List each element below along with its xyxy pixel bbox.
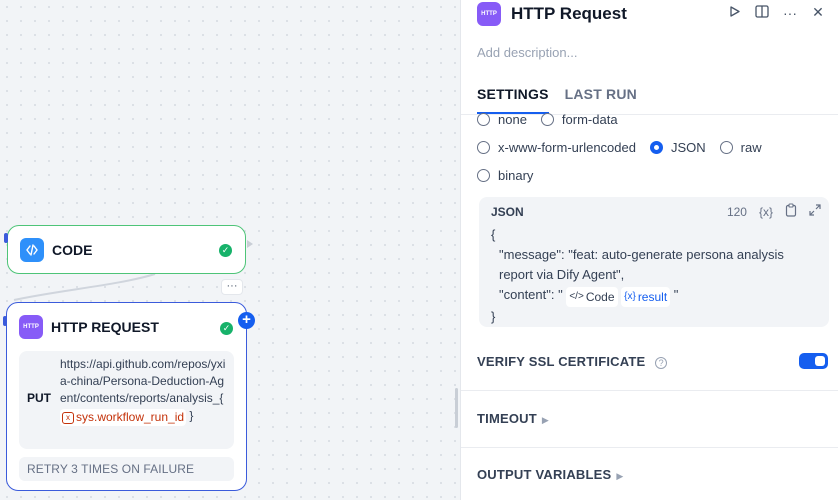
radio-json[interactable]: JSON bbox=[649, 140, 706, 155]
variable-icon: {x} bbox=[624, 291, 636, 302]
timeout-section[interactable]: TIMEOUT ▶ bbox=[477, 411, 827, 426]
http-icon: HTTP bbox=[477, 2, 501, 26]
radio-circle[interactable] bbox=[477, 169, 490, 182]
json-editor-tools: 120 {x} bbox=[715, 203, 821, 220]
json-text: " bbox=[673, 287, 679, 302]
json-editor[interactable]: JSON 120 {x} { "message": "feat: auto-ge… bbox=[479, 197, 829, 327]
radio-form-data[interactable]: form-data bbox=[540, 112, 618, 127]
description-input[interactable]: Add description... bbox=[477, 45, 577, 60]
close-icon[interactable]: ✕ bbox=[804, 4, 832, 21]
output-handle[interactable] bbox=[247, 240, 253, 248]
request-url: https://api.github.com/repos/yxia-china/… bbox=[60, 356, 230, 426]
radio-raw[interactable]: raw bbox=[719, 140, 762, 155]
panel-actions: ··· ✕ bbox=[720, 4, 832, 21]
run-icon[interactable] bbox=[720, 5, 748, 21]
http-method: PUT bbox=[27, 391, 51, 405]
url-tail: } bbox=[189, 408, 194, 423]
radio-binary[interactable]: binary bbox=[477, 168, 533, 183]
radio-label: x-www-form-urlencoded bbox=[498, 140, 636, 155]
output-variables-section[interactable]: OUTPUT VARIABLES ▶ bbox=[477, 467, 827, 482]
add-next-node-button[interactable]: + bbox=[238, 312, 255, 329]
radio-label: form-data bbox=[561, 112, 618, 127]
body-type-row: x-www-form-urlencoded JSON raw bbox=[477, 140, 776, 155]
panel-resize-handle[interactable] bbox=[455, 388, 458, 428]
verify-ssl-row: VERIFY SSL CERTIFICATE ? bbox=[477, 354, 827, 369]
more-options-button[interactable]: ··· bbox=[221, 279, 243, 295]
radio-label: none bbox=[498, 112, 527, 127]
radio-x-www-form-urlencoded[interactable]: x-www-form-urlencoded bbox=[477, 140, 636, 155]
request-url-box: PUT https://api.github.com/repos/yxia-ch… bbox=[19, 351, 234, 449]
expand-icon[interactable] bbox=[809, 204, 821, 219]
radio-circle[interactable] bbox=[540, 113, 554, 126]
json-line: "message": "feat: auto-generate persona … bbox=[499, 247, 784, 282]
radio-circle-selected[interactable] bbox=[649, 141, 663, 154]
json-line: "content": " </> Code {x} result " bbox=[491, 285, 821, 307]
code-node[interactable]: CODE ✓ bbox=[4, 225, 253, 274]
json-line: { bbox=[491, 227, 496, 242]
node-title: CODE bbox=[52, 242, 93, 258]
retry-info: RETRY 3 TIMES ON FAILURE bbox=[19, 457, 234, 481]
node-settings-panel: HTTP HTTP Request ··· ✕ Add description.… bbox=[460, 0, 838, 500]
divider bbox=[461, 390, 838, 391]
output-variables-label: OUTPUT VARIABLES bbox=[477, 467, 612, 482]
insert-variable-icon[interactable]: {x} bbox=[759, 205, 773, 219]
radio-none[interactable]: none bbox=[477, 112, 527, 127]
code-icon bbox=[20, 238, 44, 262]
http-request-node[interactable]: HTTP HTTP REQUEST ✓ + PUT https://api.gi… bbox=[3, 302, 255, 491]
json-code[interactable]: { "message": "feat: auto-generate person… bbox=[491, 225, 821, 327]
timeout-label: TIMEOUT bbox=[477, 411, 537, 426]
node-header: CODE bbox=[20, 238, 92, 262]
success-check-icon: ✓ bbox=[219, 244, 232, 257]
radio-circle[interactable] bbox=[719, 141, 733, 154]
more-icon[interactable]: ··· bbox=[776, 5, 804, 21]
input-handle[interactable] bbox=[3, 316, 7, 326]
url-text: https://api.github.com/repos/yxia-china/… bbox=[60, 357, 226, 405]
radio-circle[interactable] bbox=[477, 141, 490, 154]
radio-label: JSON bbox=[670, 140, 706, 155]
char-count: 120 bbox=[726, 204, 747, 219]
radio-label: binary bbox=[498, 168, 534, 183]
input-handle[interactable] bbox=[4, 233, 8, 243]
split-view-icon[interactable] bbox=[748, 4, 776, 21]
body-type-row: none form-data bbox=[477, 112, 632, 127]
http-icon: HTTP bbox=[19, 315, 43, 339]
radio-label: raw bbox=[740, 140, 762, 155]
caret-right-icon: ▶ bbox=[541, 415, 550, 425]
json-editor-label: JSON bbox=[491, 205, 524, 219]
json-line: } bbox=[491, 309, 496, 324]
chip-label: Code bbox=[585, 290, 615, 304]
panel-tabs: SETTINGS LAST RUN bbox=[477, 86, 653, 114]
body-type-row: binary bbox=[477, 168, 547, 183]
workflow-canvas[interactable]: CODE ✓ ··· HTTP HTTP REQUEST ✓ + PUT htt… bbox=[0, 0, 460, 500]
variable-icon: x bbox=[62, 411, 74, 424]
node-title: HTTP REQUEST bbox=[51, 319, 159, 335]
divider bbox=[461, 447, 838, 448]
success-check-icon: ✓ bbox=[220, 322, 233, 335]
tab-last-run[interactable]: LAST RUN bbox=[565, 86, 637, 114]
variable-chip-result: {x} result bbox=[621, 287, 671, 307]
panel-header: HTTP HTTP Request bbox=[477, 2, 627, 26]
verify-ssl-label: VERIFY SSL CERTIFICATE bbox=[477, 354, 646, 369]
code-icon: </> bbox=[569, 291, 584, 302]
panel-title[interactable]: HTTP Request bbox=[511, 4, 627, 24]
chip-label: result bbox=[637, 290, 668, 304]
variable-name: sys.workflow_run_id bbox=[76, 410, 185, 424]
help-icon[interactable]: ? bbox=[655, 357, 668, 369]
variable-chip-code: </> Code bbox=[566, 287, 618, 307]
variable-chip: x sys.workflow_run_id bbox=[60, 409, 187, 426]
radio-circle[interactable] bbox=[477, 113, 490, 126]
verify-ssl-toggle[interactable] bbox=[799, 353, 828, 369]
toggle-knob bbox=[815, 356, 825, 366]
json-text: "content": " bbox=[499, 287, 563, 302]
tab-settings[interactable]: SETTINGS bbox=[477, 86, 549, 114]
caret-right-icon: ▶ bbox=[616, 471, 624, 481]
copy-icon[interactable] bbox=[785, 203, 797, 220]
node-header: HTTP HTTP REQUEST bbox=[19, 315, 159, 339]
